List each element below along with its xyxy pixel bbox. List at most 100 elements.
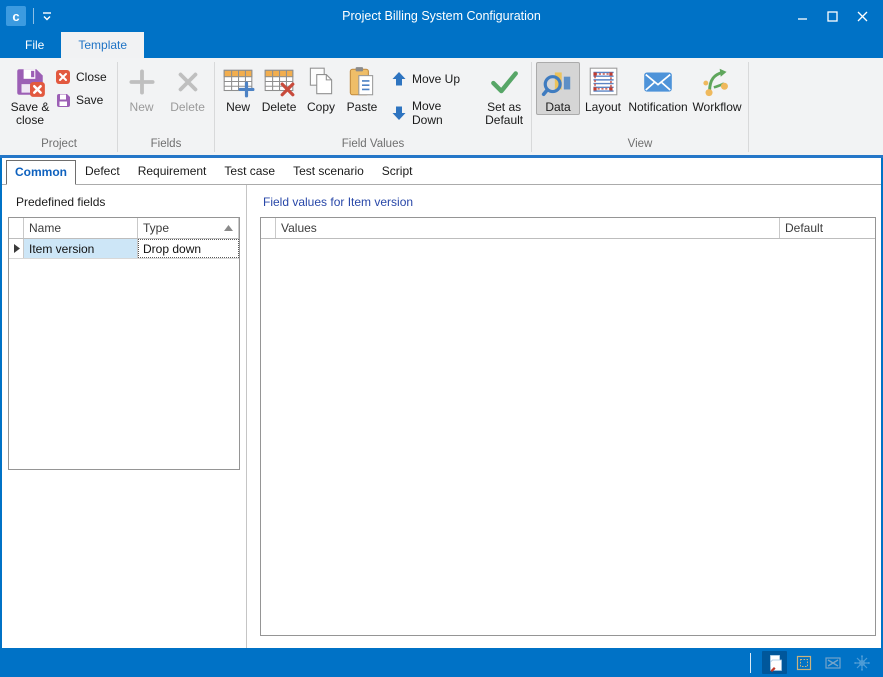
ribbon-separator [531,62,532,152]
ribbon-group-field-values: New Delete [216,59,530,155]
ribbon-tab-file[interactable]: File [8,32,61,58]
column-header-type[interactable]: Type [138,218,239,238]
field-values-panel: Field values for Item version Values Def… [247,185,881,648]
statusbar-notification-button[interactable] [820,651,845,674]
delete-value-label: Delete [262,101,297,114]
tab-requirement[interactable]: Requirement [129,159,216,184]
close-window-button[interactable] [847,3,877,29]
tab-defect[interactable]: Defect [76,159,129,184]
field-values-title: Field values for Item version [263,195,881,209]
window-controls [787,3,877,29]
maximize-button[interactable] [817,3,847,29]
row-selector-cell[interactable] [9,239,24,258]
layout-view-button[interactable]: Layout [580,62,626,115]
column-header-name[interactable]: Name [24,218,138,238]
current-row-arrow-icon [13,244,20,253]
copy-icon [304,65,338,99]
notification-view-icon [824,654,842,672]
grid-header: Name Type [9,218,239,239]
layout-view-label: Layout [585,101,621,114]
workflow-view-button[interactable]: Workflow [690,62,744,115]
notification-view-icon [641,65,675,99]
delete-field-button[interactable]: Delete [165,62,210,115]
row-selector-header[interactable] [9,218,24,238]
minimize-button[interactable] [787,3,817,29]
ribbon-separator [748,62,749,152]
save-and-close-button[interactable]: Save & close [5,62,55,128]
sort-ascending-icon [224,225,233,231]
data-pages-icon [766,654,784,672]
tab-test-scenario[interactable]: Test scenario [284,159,373,184]
grid-empty-area [261,239,875,635]
new-field-label: New [130,101,154,114]
copy-button[interactable]: Copy [301,62,341,115]
new-field-button[interactable]: New [122,62,161,115]
delete-value-button[interactable]: Delete [257,62,301,115]
table-row[interactable]: Item version Drop down [9,239,239,259]
move-down-button[interactable]: Move Down [391,99,471,127]
save-and-close-label: Save & close [6,101,54,127]
qat-separator [33,8,34,24]
save-label: Save [76,93,103,107]
close-button[interactable]: Close [55,69,107,85]
close-label: Close [76,70,107,84]
move-down-icon [391,105,407,121]
window-title: Project Billing System Configuration [0,9,883,23]
move-up-label: Move Up [412,72,460,86]
app-icon[interactable]: c [6,6,26,26]
predefined-fields-panel: Predefined fields Name Type [2,185,247,648]
column-header-values[interactable]: Values [276,218,780,238]
content-area: Predefined fields Name Type [2,185,881,648]
layout-view-icon [586,65,620,99]
qat-customize-icon[interactable] [41,11,53,22]
titlebar: c Project Billing System Configuration [0,0,883,32]
tab-script[interactable]: Script [373,159,422,184]
close-icon [857,11,868,22]
move-up-button[interactable]: Move Up [391,71,471,87]
field-values-grid: Values Default [260,217,876,636]
cell-name[interactable]: Item version [24,239,138,258]
quick-access-toolbar: c [6,6,53,26]
statusbar-data-button[interactable] [762,651,787,674]
ribbon-separator [214,62,215,152]
statusbar-layout-button[interactable] [791,651,816,674]
column-header-type-label: Type [143,221,169,235]
ribbon: Save & close Close [0,58,883,155]
grid-empty-area [9,259,239,469]
app-window: c Project Billing System Configuration [0,0,883,677]
table-add-icon [221,65,255,99]
data-view-button[interactable]: Data [536,62,580,115]
workflow-view-icon [853,654,871,672]
ribbon-tab-row: File Template [0,32,883,58]
add-icon-disabled [125,65,159,99]
minimize-icon [797,11,808,22]
move-down-label: Move Down [412,99,471,127]
save-icon [55,92,71,108]
tab-common[interactable]: Common [6,160,76,185]
predefined-fields-title: Predefined fields [16,195,246,209]
close-project-icon [55,69,71,85]
row-selector-header[interactable] [261,218,276,238]
paste-button[interactable]: Paste [341,62,383,115]
ribbon-group-fields: New Delete Fields [119,59,213,155]
save-button[interactable]: Save [55,92,107,108]
save-close-icon [13,65,47,99]
cell-type-focused[interactable]: Drop down [138,239,239,258]
statusbar-separator [750,653,751,673]
grid-header: Values Default [261,218,875,239]
new-value-button[interactable]: New [219,62,257,115]
ribbon-tab-template[interactable]: Template [61,32,144,58]
ribbon-group-view: Data Layout [533,59,747,155]
statusbar-workflow-button[interactable] [849,651,874,674]
ribbon-group-project: Save & close Close [2,59,116,155]
group-label-field-values: Field Values [216,138,530,155]
copy-label: Copy [307,101,335,114]
tab-test-case[interactable]: Test case [215,159,284,184]
set-as-default-button[interactable]: Set as Default [481,62,527,128]
workflow-view-label: Workflow [692,101,741,114]
group-label-project: Project [2,138,116,155]
new-value-label: New [226,101,250,114]
notification-view-button[interactable]: Notification [626,62,690,115]
main-frame: Common Defect Requirement Test case Test… [0,158,883,648]
column-header-default[interactable]: Default [780,218,875,238]
